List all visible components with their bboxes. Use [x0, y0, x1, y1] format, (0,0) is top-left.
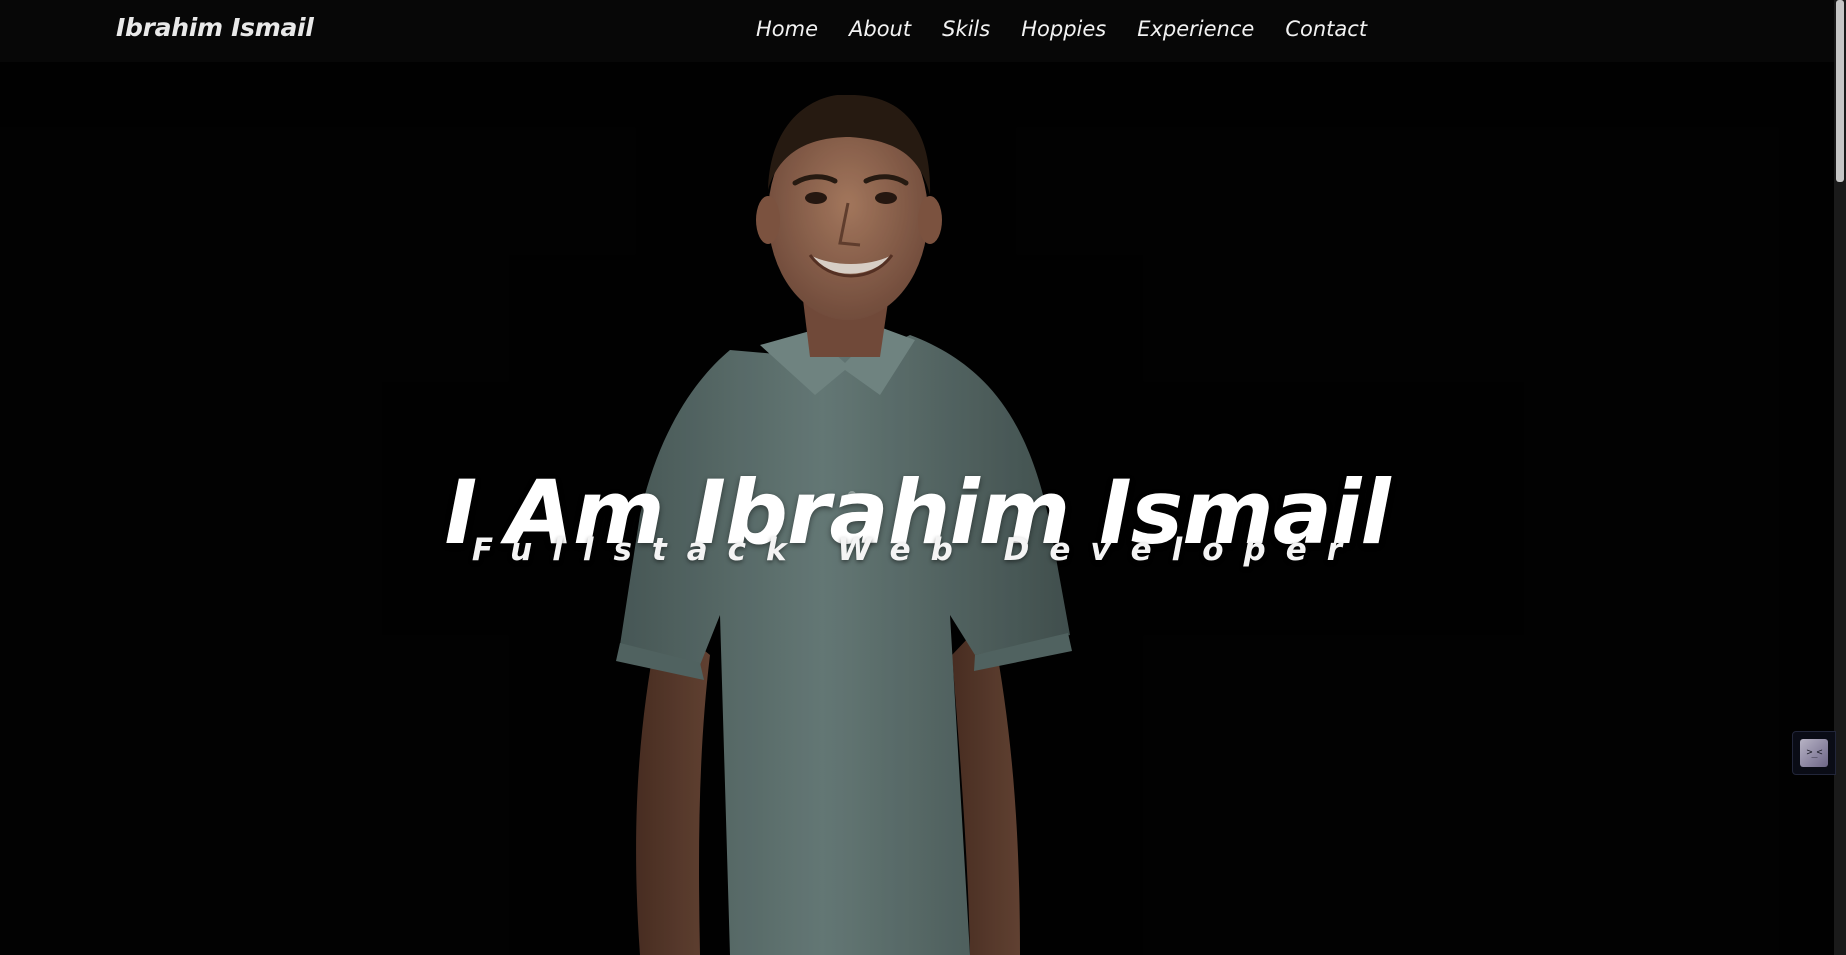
nav-link-experience[interactable]: Experience — [1137, 17, 1254, 41]
nav-link-home[interactable]: Home — [756, 17, 818, 41]
chat-widget-button[interactable]: >_< — [1792, 731, 1836, 775]
brand-logo[interactable]: Ibrahim Ismail — [116, 13, 314, 42]
chat-bot-icon: >_< — [1800, 739, 1828, 767]
hero-section: I Am Ibrahim Ismail Fullstack Web Develo… — [0, 0, 1834, 955]
nav-link-contact[interactable]: Contact — [1285, 17, 1367, 41]
top-navbar: Ibrahim Ismail Home About Skils Hoppies … — [0, 0, 1834, 62]
page: Ibrahim Ismail Home About Skils Hoppies … — [0, 0, 1846, 955]
page-scrollbar[interactable] — [1834, 0, 1846, 955]
nav-links: Home About Skils Hoppies Experience Cont… — [756, 17, 1367, 41]
nav-link-about[interactable]: About — [849, 17, 911, 41]
hero-subtitle: Fullstack Web Developer — [471, 532, 1363, 568]
nav-link-skills[interactable]: Skils — [942, 17, 990, 41]
nav-link-hobbies[interactable]: Hoppies — [1021, 17, 1106, 41]
scrollbar-thumb[interactable] — [1836, 0, 1844, 182]
